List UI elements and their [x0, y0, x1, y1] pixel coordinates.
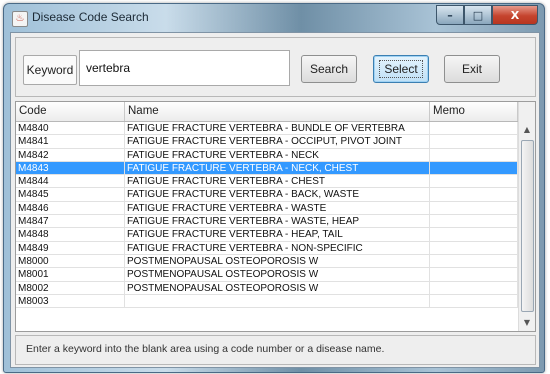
table-row[interactable]: M8003	[16, 294, 518, 309]
table-row[interactable]: M4849 FATIGUE FRACTURE VERTEBRA - NON-SPE…	[16, 241, 518, 255]
exit-button[interactable]: Exit	[444, 55, 500, 83]
close-button[interactable]: X	[492, 5, 538, 25]
cell-code: M4845	[16, 188, 125, 202]
minimize-button[interactable]: –	[436, 5, 464, 25]
cell-name: FATIGUE FRACTURE VERTEBRA - WASTE, HEAP	[125, 215, 430, 229]
cell-memo	[430, 122, 518, 135]
table-body: M4840 FATIGUE FRACTURE VERTEBRA - BUNDLE …	[16, 122, 518, 309]
table-row[interactable]: M4842 FATIGUE FRACTURE VERTEBRA - NECK	[16, 148, 518, 162]
cell-code: M4846	[16, 201, 125, 215]
title-bar[interactable]: ♨ Disease Code Search – □ X	[4, 4, 544, 32]
cell-memo	[430, 241, 518, 255]
cell-name: FATIGUE FRACTURE VERTEBRA - WASTE	[125, 201, 430, 215]
search-toolbar: Keyword Search Select Exit	[15, 37, 536, 97]
column-header-name[interactable]: Name	[125, 102, 430, 121]
cell-memo	[430, 215, 518, 229]
scroll-down-arrow-icon[interactable]: ▼	[519, 315, 535, 331]
table-row[interactable]: M8001 POSTMENOPAUSAL OSTEOPOROSIS W	[16, 268, 518, 282]
cell-memo	[430, 148, 518, 162]
maximize-button[interactable]: □	[464, 5, 492, 25]
cell-code: M4844	[16, 175, 125, 189]
window-title: Disease Code Search	[32, 10, 149, 24]
status-bar: Enter a keyword into the blank area usin…	[15, 335, 536, 365]
cell-code: M8001	[16, 268, 125, 282]
window-content: Keyword Search Select Exit Code Name Mem…	[10, 32, 540, 368]
table-row[interactable]: M4841 FATIGUE FRACTURE VERTEBRA - OCCIPUT…	[16, 135, 518, 149]
table-row[interactable]: M8002 POSTMENOPAUSAL OSTEOPOROSIS W	[16, 281, 518, 295]
cell-memo	[430, 188, 518, 202]
cell-name: FATIGUE FRACTURE VERTEBRA - HEAP, TAIL	[125, 228, 430, 242]
table-header: Code Name Memo	[16, 102, 518, 122]
select-button-label: Select	[379, 60, 423, 78]
column-header-code[interactable]: Code	[16, 102, 125, 121]
cell-code: M4849	[16, 241, 125, 255]
scroll-up-arrow-icon[interactable]: ▲	[519, 122, 535, 138]
cell-memo	[430, 281, 518, 295]
cell-code: M4840	[16, 122, 125, 135]
search-button[interactable]: Search	[301, 55, 357, 83]
cell-code: M4842	[16, 148, 125, 162]
app-window: ♨ Disease Code Search – □ X Keyword Sear…	[3, 3, 545, 373]
cell-name: FATIGUE FRACTURE VERTEBRA - CHEST	[125, 175, 430, 189]
table-row[interactable]: M4848 FATIGUE FRACTURE VERTEBRA - HEAP, T…	[16, 228, 518, 242]
cell-code: M4848	[16, 228, 125, 242]
cell-code: M4843	[16, 161, 125, 175]
status-hint: Enter a keyword into the blank area usin…	[26, 343, 385, 355]
table-row[interactable]: M4840 FATIGUE FRACTURE VERTEBRA - BUNDLE …	[16, 122, 518, 136]
cell-code: M4841	[16, 135, 125, 149]
table-row[interactable]: M4845 FATIGUE FRACTURE VERTEBRA - BACK, W…	[16, 188, 518, 202]
window-controls: – □ X	[436, 5, 538, 25]
column-header-memo[interactable]: Memo	[430, 102, 518, 121]
table-row[interactable]: M4843 FATIGUE FRACTURE VERTEBRA - NECK, C…	[16, 161, 518, 176]
select-button[interactable]: Select	[373, 55, 429, 83]
cell-memo	[430, 294, 518, 308]
cell-memo	[430, 201, 518, 215]
cell-name: FATIGUE FRACTURE VERTEBRA - OCCIPUT, PIV…	[125, 135, 430, 149]
java-cup-icon: ♨	[12, 11, 28, 27]
cell-memo	[430, 135, 518, 149]
table-row[interactable]: M4847 FATIGUE FRACTURE VERTEBRA - WASTE, …	[16, 215, 518, 229]
results-table: Code Name Memo M4840 FATIGUE FRACTURE VER…	[15, 101, 536, 332]
cell-code: M4847	[16, 215, 125, 229]
table-row[interactable]: M4846 FATIGUE FRACTURE VERTEBRA - WASTE	[16, 201, 518, 216]
cell-memo	[430, 175, 518, 189]
cell-name: POSTMENOPAUSAL OSTEOPOROSIS W	[125, 268, 430, 282]
cell-memo	[430, 254, 518, 268]
cell-memo	[430, 161, 518, 175]
cell-memo	[430, 268, 518, 282]
cell-name: FATIGUE FRACTURE VERTEBRA - BUNDLE OF VE…	[125, 122, 430, 135]
cell-code: M8002	[16, 281, 125, 295]
table-row[interactable]: M4844 FATIGUE FRACTURE VERTEBRA - CHEST	[16, 175, 518, 189]
cell-name: FATIGUE FRACTURE VERTEBRA - NECK	[125, 148, 430, 162]
cell-name: FATIGUE FRACTURE VERTEBRA - NON-SPECIFIC	[125, 241, 430, 255]
cell-name: POSTMENOPAUSAL OSTEOPOROSIS W	[125, 254, 430, 268]
cell-memo	[430, 228, 518, 242]
cell-code: M8003	[16, 294, 125, 308]
cell-code: M8000	[16, 254, 125, 268]
cell-name: POSTMENOPAUSAL OSTEOPOROSIS W	[125, 281, 430, 295]
scrollbar-thumb[interactable]	[521, 140, 534, 312]
keyword-input[interactable]	[79, 50, 290, 86]
cell-name: FATIGUE FRACTURE VERTEBRA - NECK, CHEST	[125, 161, 430, 175]
cell-name	[125, 294, 430, 308]
table-row[interactable]: M8000 POSTMENOPAUSAL OSTEOPOROSIS W	[16, 254, 518, 269]
keyword-label: Keyword	[23, 55, 77, 85]
vertical-scrollbar[interactable]: ▲ ▼	[518, 102, 535, 331]
cell-name: FATIGUE FRACTURE VERTEBRA - BACK, WASTE	[125, 188, 430, 202]
